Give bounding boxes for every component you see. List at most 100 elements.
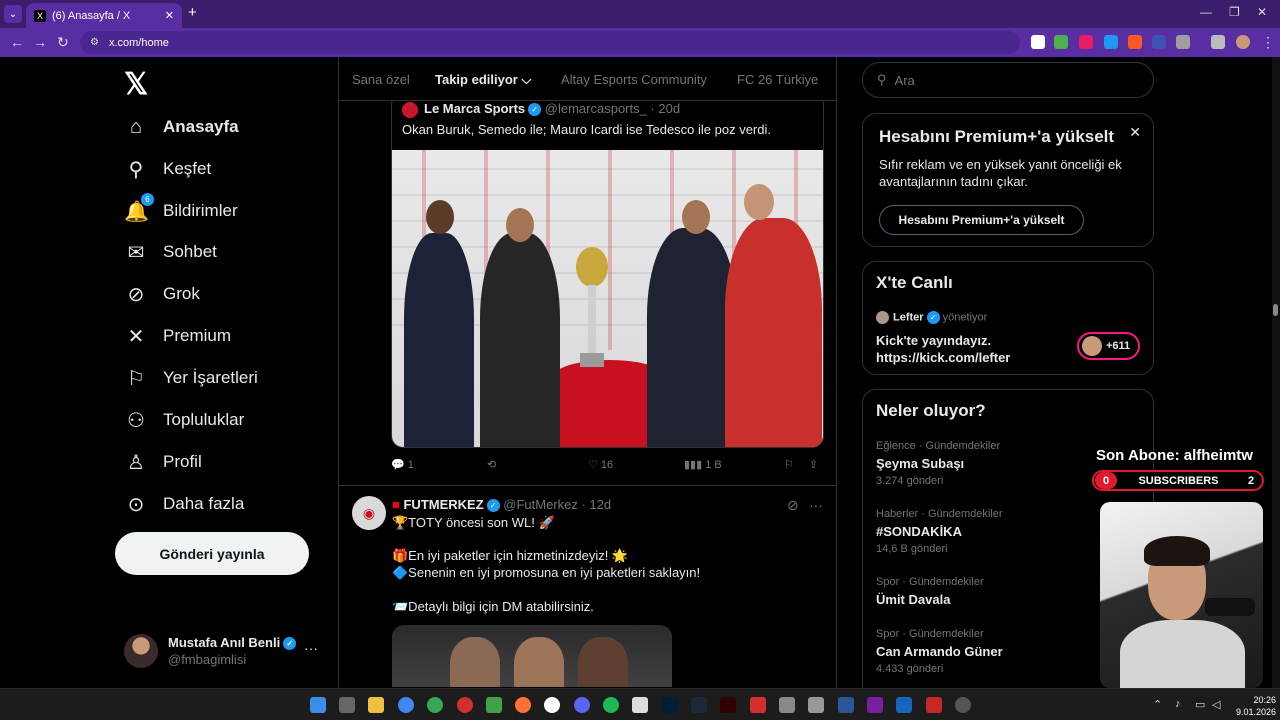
illustrator-icon[interactable]	[720, 697, 736, 713]
taskbar-app-icon[interactable]	[486, 697, 502, 713]
taskbar-app-icon[interactable]	[867, 697, 883, 713]
nav-item-daha-fazla[interactable]: ⊙ Daha fazla	[124, 484, 245, 524]
taskbar-app-icon[interactable]	[339, 697, 355, 713]
tray-chevron-icon[interactable]: ⌃	[1153, 698, 1162, 711]
spotify-icon[interactable]	[603, 697, 619, 713]
nav-item-sohbet[interactable]: ✉ Sohbet	[124, 232, 217, 272]
tab-list-button[interactable]: ⌄	[4, 5, 22, 23]
start-icon[interactable]	[310, 697, 326, 713]
forward-icon[interactable]: →	[33, 34, 47, 50]
browser-tab-strip: ⌄ X (6) Anasayfa / X ✕ + — ❐ ✕	[0, 0, 1280, 28]
nav-item-bildirimler[interactable]: 🔔 6 Bildirimler	[124, 191, 238, 231]
premium-upgrade-button[interactable]: Hesabını Premium+'a yükselt	[879, 205, 1084, 235]
verified-badge-icon: ✓	[926, 311, 940, 324]
nav-item-grok[interactable]: ⊘ Grok	[124, 274, 200, 314]
new-tab-button[interactable]: +	[188, 4, 197, 21]
trend-item[interactable]: Haberler · Gündemdekiler #SONDAKİKA 14,6…	[876, 508, 1136, 555]
nav-item-anasayfa[interactable]: ⌂ Anasayfa	[124, 107, 239, 147]
close-icon[interactable]: ✕	[1129, 124, 1141, 141]
trend-item[interactable]: Spor · Gündemdekiler Ümit Davala	[876, 576, 1136, 607]
tab-sana-ozel[interactable]: Sana özel	[352, 72, 410, 87]
views-button[interactable]: ▮▮▮ 1 B	[684, 458, 722, 471]
share-icon[interactable]: ⇪	[809, 458, 818, 471]
nav-label: Daha fazla	[163, 494, 245, 513]
scrollbar[interactable]	[1272, 57, 1280, 688]
post-button[interactable]: Gönderi yayınla	[115, 532, 309, 575]
tab-fc26-turkiye[interactable]: FC 26 Türkiye	[737, 72, 818, 87]
trend-item[interactable]: Spor · Gündemdekiler Can Armando Güner 4…	[876, 628, 1136, 675]
reload-icon[interactable]: ↻	[57, 34, 69, 51]
network-icon[interactable]: ▭	[1195, 698, 1205, 711]
post-text-line: 📨Detaylı bilgi için DM atabilirsiniz.	[392, 599, 594, 614]
post-author-name[interactable]: FUTMERKEZ	[403, 497, 483, 512]
taskbar-app-icon[interactable]	[926, 697, 942, 713]
extension-icon[interactable]	[1054, 35, 1068, 49]
back-icon[interactable]: ←	[10, 34, 24, 50]
browser-tab[interactable]: X (6) Anasayfa / X ✕	[26, 3, 182, 28]
mic-icon[interactable]: ♪	[1175, 698, 1181, 710]
extension-icon[interactable]	[1128, 35, 1142, 49]
browser-menu-icon[interactable]: ⋮	[1261, 34, 1275, 51]
nav-item-profil[interactable]: ♙ Profil	[124, 442, 202, 482]
extension-icon[interactable]	[1152, 35, 1166, 49]
live-space[interactable]: Kick'te yayındayız. https://kick.com/lef…	[876, 332, 1010, 366]
yandex-icon[interactable]	[544, 697, 560, 713]
more-icon[interactable]: ···	[304, 640, 318, 656]
chrome-icon[interactable]	[427, 697, 443, 713]
reading-list-icon[interactable]	[1211, 35, 1225, 49]
verified-badge-icon: ✓	[528, 103, 542, 117]
more-icon[interactable]: ···	[809, 497, 823, 513]
avatar[interactable]: ◉	[352, 496, 386, 530]
taskbar-app-icon[interactable]	[779, 697, 795, 713]
file-explorer-icon[interactable]	[368, 697, 384, 713]
nav-item-kesfet[interactable]: ⚲ Keşfet	[124, 149, 212, 189]
nav-item-topluluklar[interactable]: ⚇ Topluluklar	[124, 400, 244, 440]
site-info-icon[interactable]: ⚙	[90, 37, 99, 48]
reply-button[interactable]: 💬 1	[391, 458, 414, 471]
profile-name: Mustafa Anıl Benli	[168, 635, 281, 650]
opera-icon[interactable]	[457, 697, 473, 713]
extension-icon[interactable]	[1031, 35, 1045, 49]
extension-icon[interactable]	[1079, 35, 1093, 49]
tab-takip-ediliyor[interactable]: Takip ediliyor ⌵	[435, 72, 531, 88]
post-media[interactable]	[392, 625, 672, 687]
photoshop-icon[interactable]	[662, 697, 678, 713]
live-listeners-pill[interactable]: +611	[1077, 332, 1140, 360]
steam-icon[interactable]	[691, 697, 707, 713]
profile-avatar-icon[interactable]	[1236, 35, 1250, 49]
extension-icon[interactable]	[1104, 35, 1118, 49]
nav-item-yer-isaretleri[interactable]: ⚐ Yer İşaretleri	[124, 358, 258, 398]
window-close-icon[interactable]: ✕	[1257, 5, 1267, 19]
post-text-line: 🎁En iyi paketler için hizmetinizdeyiz! 🌟	[392, 548, 629, 563]
taskbar-app-icon[interactable]	[632, 697, 648, 713]
grok-icon[interactable]: ⊘	[787, 497, 799, 514]
acrobat-icon[interactable]	[750, 697, 766, 713]
post-photo[interactable]	[392, 150, 823, 447]
obs-icon[interactable]	[955, 697, 971, 713]
scrollbar-thumb[interactable]	[1273, 304, 1278, 316]
settings-icon[interactable]	[808, 697, 824, 713]
chrome-icon[interactable]	[398, 697, 414, 713]
like-button[interactable]: ♡ 16	[588, 458, 613, 471]
address-bar[interactable]: ⚙ x.com/home	[80, 31, 1020, 54]
restore-icon[interactable]: ❐	[1229, 5, 1240, 19]
taskbar-app-icon[interactable]	[838, 697, 854, 713]
volume-icon[interactable]: ◁	[1212, 698, 1220, 711]
firefox-icon[interactable]	[515, 697, 531, 713]
taskbar-app-icon[interactable]	[896, 697, 912, 713]
taskbar-clock[interactable]: 20:26 9.01.2026	[1232, 694, 1276, 718]
search-input[interactable]: ⚲ Ara	[862, 62, 1154, 98]
extensions-puzzle-icon[interactable]	[1176, 35, 1190, 49]
live-host-name[interactable]: Lefter	[893, 311, 924, 323]
post[interactable]: ◉ ■ FUTMERKEZ ✓ @FutMerkez · 12d ⊘ ··· 🏆T…	[339, 485, 836, 687]
tab-close-icon[interactable]: ✕	[165, 9, 174, 22]
bookmark-icon[interactable]: ⚐	[784, 458, 794, 471]
discord-icon[interactable]	[574, 697, 590, 713]
x-logo-icon[interactable]: 𝕏	[124, 67, 148, 102]
account-switcher[interactable]: Mustafa Anıl Benli ✓ @fmbagimlisi ···	[124, 632, 334, 672]
nav-item-premium[interactable]: ✕ Premium	[124, 316, 231, 356]
repost-icon[interactable]: ⟲	[487, 458, 496, 471]
tab-altay-esports[interactable]: Altay Esports Community	[561, 72, 707, 87]
minimize-icon[interactable]: —	[1200, 5, 1212, 19]
quoted-post[interactable]: Le Marca Sports ✓ @lemarcasports_ · 20d O…	[391, 93, 824, 448]
